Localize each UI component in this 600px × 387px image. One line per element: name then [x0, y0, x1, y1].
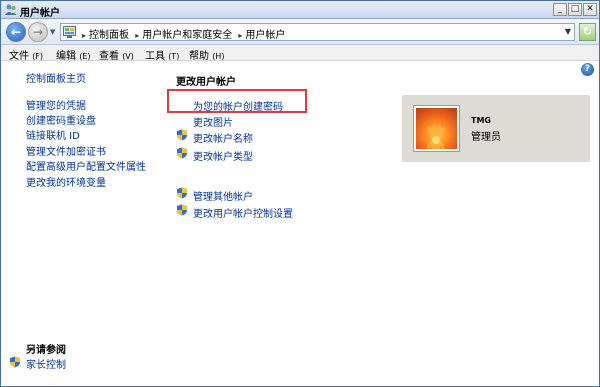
page-title: 更改用户帐户	[176, 77, 236, 88]
flower-picture-icon	[426, 124, 446, 149]
control-panel-home-link[interactable]: 控制面板主页	[26, 70, 86, 85]
recent-pages-dropdown-icon[interactable]: ▼	[50, 28, 55, 36]
account-role: 管理员	[471, 132, 501, 143]
forward-button[interactable]: →	[28, 22, 48, 42]
create-password-reset-disk-link[interactable]: 创建密码重设盘	[26, 112, 96, 127]
close-button[interactable]: ✕	[583, 3, 597, 16]
refresh-button[interactable]: ↻	[579, 23, 596, 41]
create-password-link[interactable]: 为您的帐户创建密码	[193, 98, 283, 113]
uac-shield-icon	[177, 187, 187, 199]
back-button[interactable]: ←	[6, 22, 26, 42]
manage-credentials-link[interactable]: 管理您的凭据	[26, 97, 86, 112]
breadcrumb-separator-icon[interactable]: ▸	[238, 31, 242, 40]
uac-shield-icon	[10, 356, 20, 368]
menu-tools[interactable]: 工具 (T)	[145, 47, 179, 62]
account-card: TMG 管理员	[402, 95, 590, 162]
account-name: TMG	[471, 116, 491, 125]
manage-file-encryption-certificates-link[interactable]: 管理文件加密证书	[26, 143, 106, 158]
help-icon[interactable]: ?	[581, 63, 594, 76]
address-dropdown-icon[interactable]: ▼	[565, 27, 571, 36]
breadcrumb: ▸ 控制面板 ▸ 用户帐户和家庭安全 ▸ 用户帐户	[79, 26, 285, 41]
see-also-heading: 另请参阅	[26, 345, 66, 356]
content-area: ? 控制面板主页 管理您的凭据 创建密码重设盘 链接联机 ID 管理文件加密证书…	[1, 61, 599, 386]
parental-controls-link[interactable]: 家长控制	[26, 356, 66, 371]
avatar	[414, 106, 459, 151]
uac-shield-icon	[177, 129, 187, 141]
menu-bar: 文件 (F) 编辑 (E) 查看 (V) 工具 (T) 帮助 (H)	[1, 45, 599, 62]
change-uac-settings-link[interactable]: 更改用户帐户控制设置	[193, 205, 293, 220]
uac-shield-icon	[177, 147, 187, 159]
change-account-name-link[interactable]: 更改帐户名称	[193, 130, 253, 145]
breadcrumb-control-panel[interactable]: 控制面板	[89, 30, 129, 41]
window-title: 用户帐户	[20, 8, 60, 19]
maximize-button[interactable]: □	[568, 3, 582, 16]
change-picture-link[interactable]: 更改图片	[193, 114, 233, 129]
control-panel-icon	[63, 26, 76, 38]
configure-advanced-profile-properties-link[interactable]: 配置高级用户配置文件属性	[26, 158, 146, 173]
manage-other-accounts-link[interactable]: 管理其他帐户	[193, 188, 253, 203]
link-online-id-link[interactable]: 链接联机 ID	[26, 127, 80, 142]
minimize-button[interactable]: _	[553, 3, 567, 16]
breadcrumb-user-accounts-family-safety[interactable]: 用户帐户和家庭安全	[142, 30, 232, 41]
menu-edit[interactable]: 编辑 (E)	[56, 47, 90, 62]
change-environment-variables-link[interactable]: 更改我的环境变量	[26, 174, 106, 189]
user-accounts-window: 用户帐户 _ □ ✕ ← → ▼ ▸ 控制面板 ▸ 用户帐户和家庭安全 ▸ 用户帐户 …	[0, 0, 600, 387]
breadcrumb-separator-icon[interactable]: ▸	[82, 31, 86, 40]
address-bar: ← → ▼ ▸ 控制面板 ▸ 用户帐户和家庭安全 ▸ 用户帐户 ▼ ↻	[1, 19, 599, 45]
left-task-pane: 控制面板主页 管理您的凭据 创建密码重设盘 链接联机 ID 管理文件加密证书 配…	[1, 61, 161, 386]
menu-help[interactable]: 帮助 (H)	[189, 47, 224, 62]
breadcrumb-user-accounts[interactable]: 用户帐户	[245, 30, 285, 41]
address-field[interactable]: ▸ 控制面板 ▸ 用户帐户和家庭安全 ▸ 用户帐户 ▼	[60, 23, 575, 41]
breadcrumb-separator-icon[interactable]: ▸	[135, 31, 139, 40]
menu-view[interactable]: 查看 (V)	[99, 47, 134, 62]
title-bar[interactable]: 用户帐户 _ □ ✕	[1, 1, 599, 19]
menu-file[interactable]: 文件 (F)	[9, 47, 43, 62]
user-accounts-icon	[5, 4, 17, 15]
change-account-type-link[interactable]: 更改帐户类型	[193, 148, 253, 163]
uac-shield-icon	[177, 204, 187, 216]
